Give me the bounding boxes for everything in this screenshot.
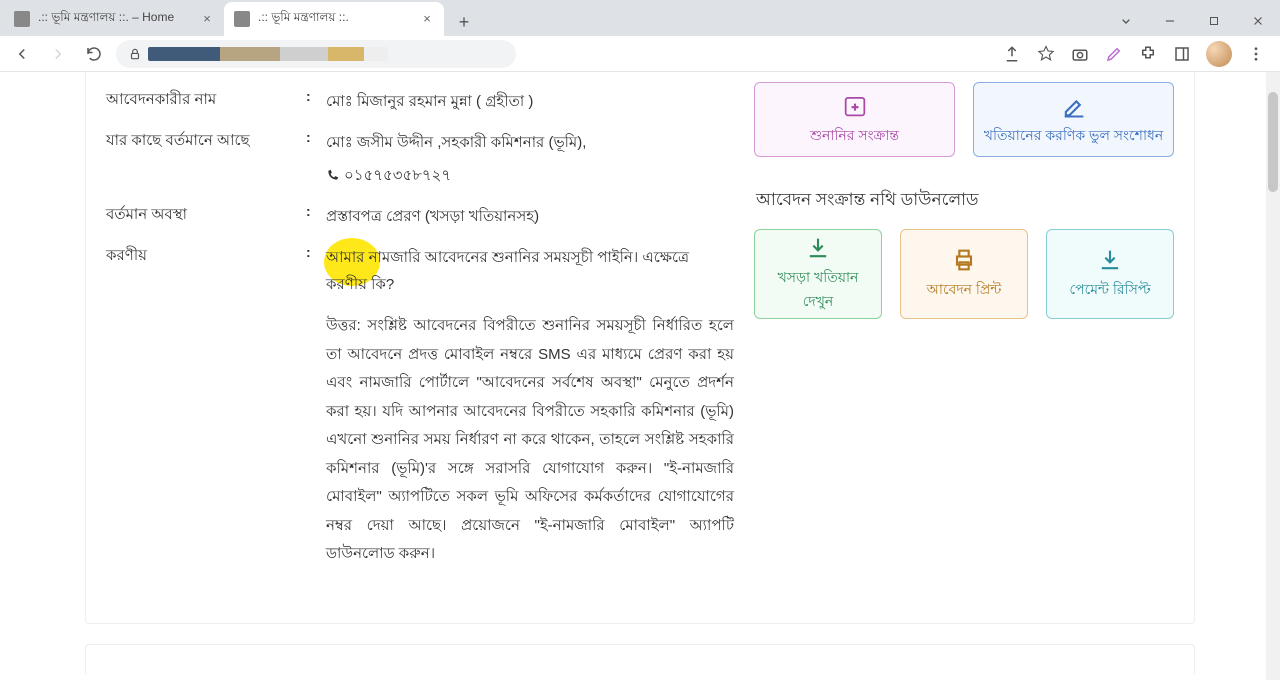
application-print-button[interactable]: আবেদন প্রিন্ট xyxy=(900,229,1028,319)
minimize-icon[interactable] xyxy=(1148,6,1192,36)
phone-number: ০১৫৭৫৩৫৮৭২৭ xyxy=(326,162,734,189)
tab-search-icon[interactable] xyxy=(1104,6,1148,36)
applicant-label: আবেদনকারীর নাম xyxy=(106,88,306,115)
address-bar xyxy=(0,36,1280,72)
favicon-icon xyxy=(234,11,250,27)
favicon-icon xyxy=(14,11,30,27)
extensions-icon[interactable] xyxy=(1138,44,1158,64)
row-status: বর্তমান অবস্থা : প্রস্তাবপত্র প্রেরণ (খস… xyxy=(106,203,734,230)
tab-title: .:: ভূমি মন্ত্রণালয় ::. – Home xyxy=(38,9,194,29)
printer-icon xyxy=(950,246,978,274)
payment-receipt-button[interactable]: পেমেন্ট রিসিপ্ট xyxy=(1046,229,1174,319)
profile-avatar[interactable] xyxy=(1206,41,1232,67)
forward-button[interactable] xyxy=(44,40,72,68)
window-controls xyxy=(1104,6,1280,36)
phone-icon xyxy=(326,168,340,182)
close-icon[interactable]: × xyxy=(200,12,214,26)
download-icon xyxy=(804,234,832,262)
faq-question: আমার নামজারি আবেদনের শুনানির সময়সূচী পা… xyxy=(326,244,734,298)
faq-answer: উত্তর: সংশ্লিষ্ট আবেদনের বিপরীতে শুনানির… xyxy=(326,312,734,569)
lock-icon xyxy=(128,47,142,61)
back-button[interactable] xyxy=(8,40,36,68)
sidepanel-icon[interactable] xyxy=(1172,44,1192,64)
edit-underline-icon xyxy=(1060,92,1088,120)
row-currently-with: যার কাছে বর্তমানে আছে : মোঃ জসীম উদ্দীন … xyxy=(106,129,734,189)
scrollbar[interactable] xyxy=(1266,72,1280,680)
hearing-button[interactable]: শুনানির সংক্রান্ত xyxy=(754,82,955,157)
tab-active[interactable]: .:: ভূমি মন্ত্রণালয় ::. × xyxy=(224,2,444,36)
edit-icon[interactable] xyxy=(1104,44,1124,64)
bookmark-icon[interactable] xyxy=(1036,44,1056,64)
new-tab-button[interactable]: + xyxy=(450,8,478,36)
with-label: যার কাছে বর্তমানে আছে xyxy=(106,129,306,189)
share-icon[interactable] xyxy=(1002,44,1022,64)
download-section-title: আবেদন সংক্রান্ত নথি ডাউনলোড xyxy=(756,187,1174,215)
page-viewport: আবেদনকারীর নাম : মোঃ মিজানুর রহমান মুন্ন… xyxy=(0,72,1280,680)
reload-button[interactable] xyxy=(80,40,108,68)
applicant-value: মোঃ মিজানুর রহমান মুন্না ( গ্রহীতা ) xyxy=(326,88,734,115)
row-todo: করণীয় : আমার নামজারি আবেদনের শুনানির সম… xyxy=(106,244,734,569)
tab-strip: .:: ভূমি মন্ত্রণালয় ::. – Home × .:: ভূ… xyxy=(0,0,1280,36)
close-window-icon[interactable] xyxy=(1236,6,1280,36)
application-details-card: আবেদনকারীর নাম : মোঃ মিজানুর রহমান মুন্ন… xyxy=(85,72,1195,624)
close-icon[interactable]: × xyxy=(420,12,434,26)
status-label: বর্তমান অবস্থা xyxy=(106,203,306,230)
tab-home[interactable]: .:: ভূমি মন্ত্রণালয় ::. – Home × xyxy=(4,2,224,36)
calendar-plus-icon xyxy=(841,92,869,120)
menu-icon[interactable] xyxy=(1246,44,1266,64)
maximize-icon[interactable] xyxy=(1192,6,1236,36)
status-value: প্রস্তাবপত্র প্রেরণ (খসড়া খতিয়ানসহ) xyxy=(326,203,734,230)
url-text xyxy=(148,47,388,61)
url-input[interactable] xyxy=(116,40,516,68)
row-applicant: আবেদনকারীর নাম : মোঃ মিজানুর রহমান মুন্ন… xyxy=(106,88,734,115)
tab-title: .:: ভূমি মন্ত্রণালয় ::. xyxy=(258,9,414,29)
with-value: মোঃ জসীম উদ্দীন ,সহকারী কমিশনার (ভূমি), xyxy=(326,129,734,156)
draft-khatian-button[interactable]: খসড়া খতিয়ান দেখুন xyxy=(754,229,882,319)
download-icon xyxy=(1096,246,1124,274)
next-card xyxy=(85,644,1195,674)
todo-label: করণীয় xyxy=(106,244,306,569)
camera-icon[interactable] xyxy=(1070,44,1090,64)
correction-button[interactable]: খতিয়ানের করণিক ভুল সংশোধন xyxy=(973,82,1174,157)
